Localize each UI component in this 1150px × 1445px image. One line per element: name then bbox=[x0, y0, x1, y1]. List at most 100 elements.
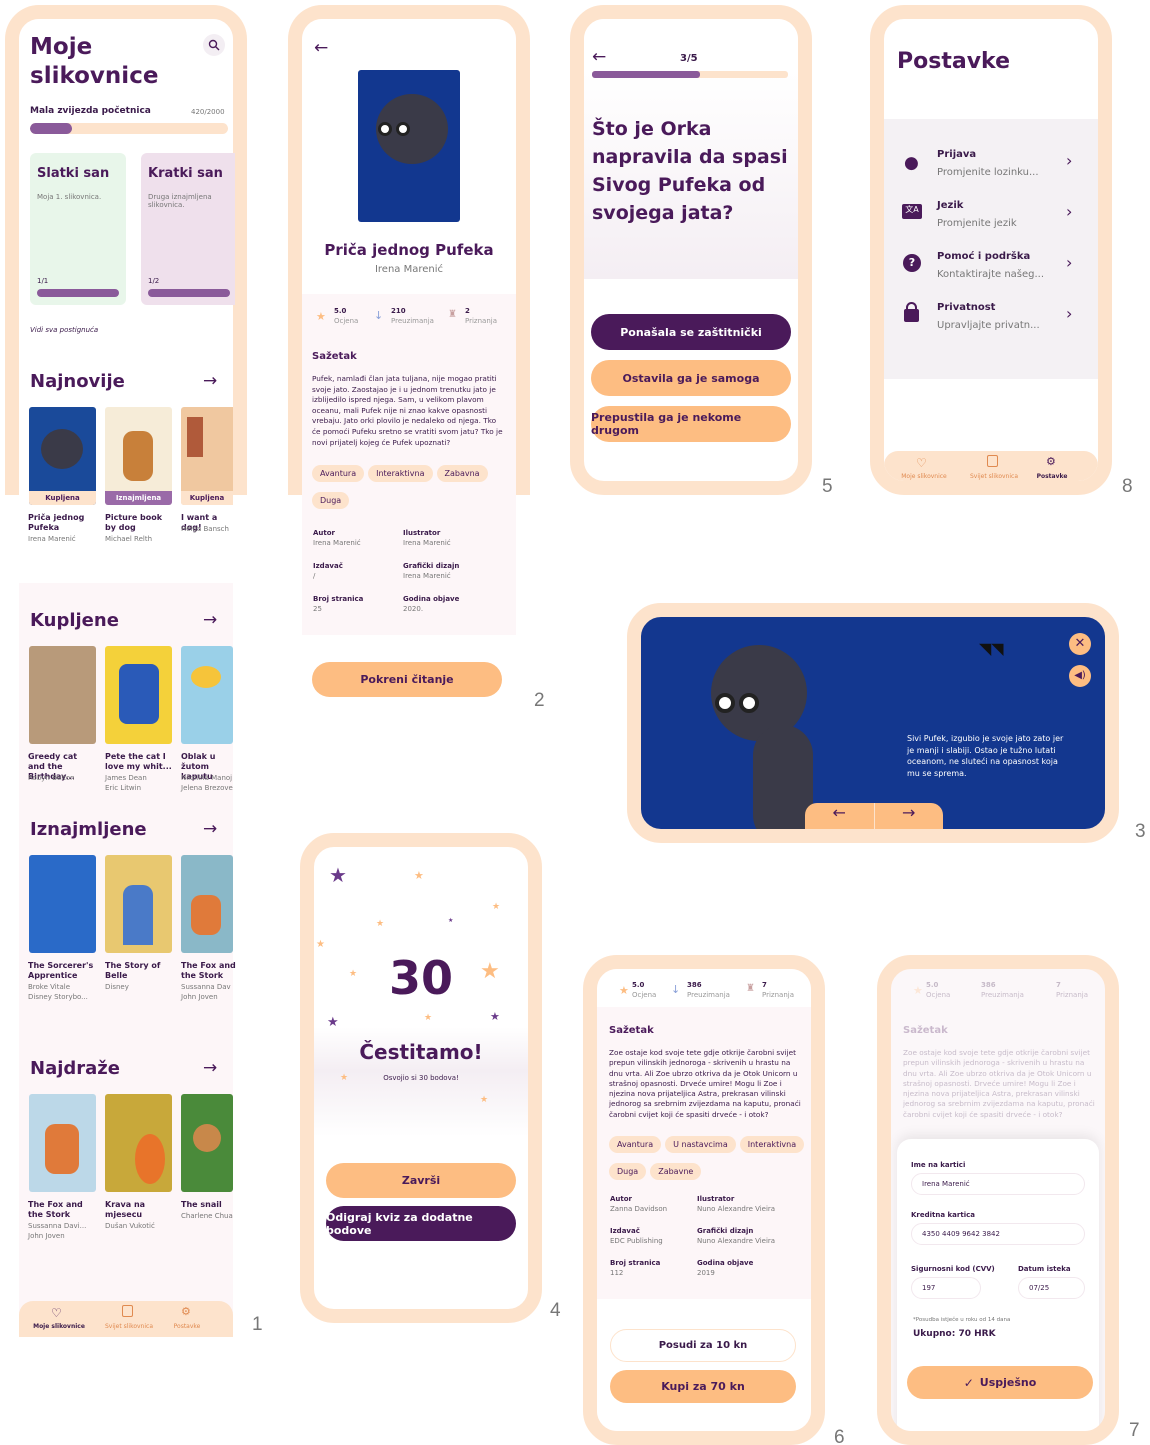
star-icon: ★ bbox=[316, 310, 326, 323]
arrow-right-icon[interactable]: → bbox=[203, 1058, 217, 1078]
chevron-right-icon: › bbox=[1066, 151, 1073, 170]
book-cover[interactable]: Kupljena bbox=[181, 407, 233, 505]
page-title: Moje slikovnice bbox=[30, 34, 159, 89]
dream-card[interactable]: Kratki san Druga iznajmljena slikovnica.… bbox=[141, 153, 235, 305]
screen-book-detail: ← Priča jednog Pufeka Irena Marenić ★ 5.… bbox=[288, 5, 530, 717]
book-cover-large bbox=[358, 70, 460, 222]
quiz-progress-label: 3/5 bbox=[680, 53, 698, 64]
previous-page-button[interactable]: ← bbox=[805, 803, 875, 829]
settings-item[interactable]: ● Prijava Promjenite lozinku... › bbox=[884, 147, 1098, 195]
arrow-right-icon[interactable]: → bbox=[203, 819, 217, 839]
book-cover[interactable] bbox=[105, 1094, 172, 1192]
book-cover[interactable] bbox=[181, 855, 233, 953]
book-icon[interactable] bbox=[122, 1305, 133, 1317]
screen-purchase: ★ 5.0 Ocjena ↓ 386 Preuzimanja ♜ 7 Prizn… bbox=[583, 955, 825, 1445]
buy-button[interactable]: Kupi za 70 kn bbox=[610, 1370, 796, 1403]
section-title: Kupljene bbox=[30, 610, 119, 631]
section-title: Najdraže bbox=[30, 1058, 120, 1079]
book-icon[interactable] bbox=[987, 455, 998, 467]
book-cover[interactable] bbox=[29, 1094, 96, 1192]
orca-icon: ◥◥ bbox=[979, 639, 1004, 658]
help-icon: ? bbox=[903, 254, 921, 272]
nav-world[interactable]: Svijet slikovnica bbox=[99, 1323, 159, 1330]
congrats-subtitle: Osvojio si 30 bodova! bbox=[383, 1074, 459, 1082]
award-icon: ♜ bbox=[746, 983, 755, 994]
start-reading-button[interactable]: Pokreni čitanje bbox=[312, 662, 502, 697]
quiz-button[interactable]: Odigraj kviz za dodatne bodove bbox=[326, 1206, 516, 1241]
close-icon[interactable]: ✕ bbox=[1069, 633, 1091, 655]
arrow-right-icon[interactable]: → bbox=[203, 610, 217, 630]
answer-button[interactable]: Ponašala se zaštitnički bbox=[591, 314, 791, 350]
card-number-input[interactable]: 4350 4409 9642 3842 bbox=[911, 1223, 1085, 1245]
book-cover[interactable]: Kupljena bbox=[29, 407, 96, 505]
section-title: Najnovije bbox=[30, 371, 125, 392]
screen-quiz: ← 3/5 Što je Orka napravila da spasi Siv… bbox=[570, 5, 812, 495]
seal-illustration bbox=[701, 635, 821, 829]
book-cover[interactable] bbox=[105, 855, 172, 953]
summary-heading: Sažetak bbox=[609, 1025, 654, 1036]
next-page-button[interactable]: → bbox=[875, 803, 944, 829]
summary-heading: Sažetak bbox=[312, 351, 357, 362]
answer-button[interactable]: Ostavila ga je samoga bbox=[591, 360, 791, 396]
check-icon: ✓ bbox=[963, 1375, 974, 1390]
chevron-right-icon: › bbox=[1066, 304, 1073, 323]
summary-text: Zoe ostaje kod svoje tete gdje otkrije č… bbox=[609, 1048, 801, 1119]
book-author: Irena Marenić bbox=[374, 264, 444, 275]
settings-item[interactable]: ? Pomoć i podrška Kontaktirajte našeg...… bbox=[884, 249, 1098, 297]
rent-button[interactable]: Posudi za 10 kn bbox=[610, 1329, 796, 1362]
sound-icon[interactable]: ◀) bbox=[1069, 665, 1091, 687]
book-cover[interactable] bbox=[181, 1094, 233, 1192]
lock-icon bbox=[904, 302, 919, 322]
tag-list: Avantura Interaktivna ZabavnaDuga bbox=[312, 461, 512, 515]
screen-payment: ★ 5.0 Ocjena 386 Preuzimanja 7 Priznanja… bbox=[877, 955, 1119, 1445]
nav-settings[interactable]: Postavke bbox=[164, 1323, 210, 1330]
back-arrow-icon[interactable]: ← bbox=[592, 47, 606, 67]
settings-item[interactable]: Privatnost Upravljajte privatn... › bbox=[884, 300, 1098, 348]
cvv-input[interactable]: 197 bbox=[911, 1277, 981, 1299]
points-earned: 30 bbox=[388, 951, 453, 1005]
book-cover[interactable] bbox=[29, 646, 96, 744]
star-icon: ★ bbox=[329, 863, 347, 887]
user-icon: ● bbox=[904, 153, 919, 173]
card-name-input[interactable]: Irena Marenić bbox=[911, 1173, 1085, 1195]
chevron-right-icon: › bbox=[1066, 253, 1073, 272]
arrow-right-icon[interactable]: → bbox=[203, 371, 217, 391]
nav-my-books[interactable]: Moje slikovnice bbox=[31, 1323, 87, 1330]
settings-icon[interactable]: ⚙ bbox=[181, 1305, 191, 1318]
answer-button[interactable]: Prepustila ga je nekome drugom bbox=[591, 406, 791, 442]
chevron-right-icon: › bbox=[1066, 202, 1073, 221]
success-button[interactable]: ✓ Uspješno bbox=[907, 1366, 1093, 1399]
payment-sheet: Ime na kartici Irena Marenić Kreditna ka… bbox=[897, 1139, 1099, 1431]
back-arrow-icon[interactable]: ← bbox=[314, 38, 328, 58]
level-label: Mala zvijezda početnica bbox=[30, 106, 151, 116]
screen-my-books: Moje slikovnice Mala zvijezda početnica … bbox=[5, 5, 247, 1340]
heart-icon[interactable]: ♡ bbox=[916, 456, 927, 470]
dream-card[interactable]: Slatki san Moja 1. slikovnica. 1/1 bbox=[30, 153, 126, 305]
search-icon[interactable] bbox=[203, 34, 225, 56]
screen-congrats: ★ ★ ★ ★ ★ ★ ★ ★ ★ ★ ★ ★ ★ 30 Čestitamo! … bbox=[300, 833, 542, 1323]
settings-item[interactable]: 文A Jezik Promjenite jezik › bbox=[884, 198, 1098, 246]
total-label: Ukupno: 70 HRK bbox=[913, 1329, 996, 1339]
book-cover[interactable] bbox=[105, 646, 172, 744]
language-icon: 文A bbox=[902, 204, 922, 219]
achievements-link[interactable]: Vidi sva postignuća bbox=[30, 326, 98, 334]
expiry-input[interactable]: 07/25 bbox=[1018, 1277, 1085, 1299]
settings-icon[interactable]: ⚙ bbox=[1046, 455, 1056, 468]
tag-list: Avantura U nastavcima InteraktivnaDuga Zaba… bbox=[609, 1132, 809, 1186]
screen-settings: Postavke ● Prijava Promjenite lozinku...… bbox=[870, 5, 1112, 495]
heart-icon[interactable]: ♡ bbox=[51, 1306, 62, 1320]
book-cover[interactable] bbox=[29, 855, 96, 953]
congrats-title: Čestitamo! bbox=[359, 1040, 483, 1064]
download-icon: ↓ bbox=[374, 309, 384, 322]
book-cover[interactable]: Iznajmljena bbox=[105, 407, 172, 505]
quiz-question: Što je Orka napravila da spasi Sivog Puf… bbox=[592, 118, 788, 224]
level-progress bbox=[30, 123, 228, 134]
book-cover[interactable] bbox=[181, 646, 233, 744]
download-icon: ↓ bbox=[671, 983, 681, 996]
quiz-progress bbox=[592, 71, 788, 78]
screen-reader: ◥◥ ✕ ◀) Sivi Pufek, izgubio je svoje jat… bbox=[627, 603, 1119, 843]
bottom-nav: ♡ Moje slikovnice Svijet slikovnica ⚙ Po… bbox=[19, 1301, 233, 1337]
book-title: Priča jednog Pufeka bbox=[324, 241, 494, 259]
summary-text: Pufek, namlađi član jata tuljana, nije m… bbox=[312, 374, 503, 447]
finish-button[interactable]: Završi bbox=[326, 1163, 516, 1198]
